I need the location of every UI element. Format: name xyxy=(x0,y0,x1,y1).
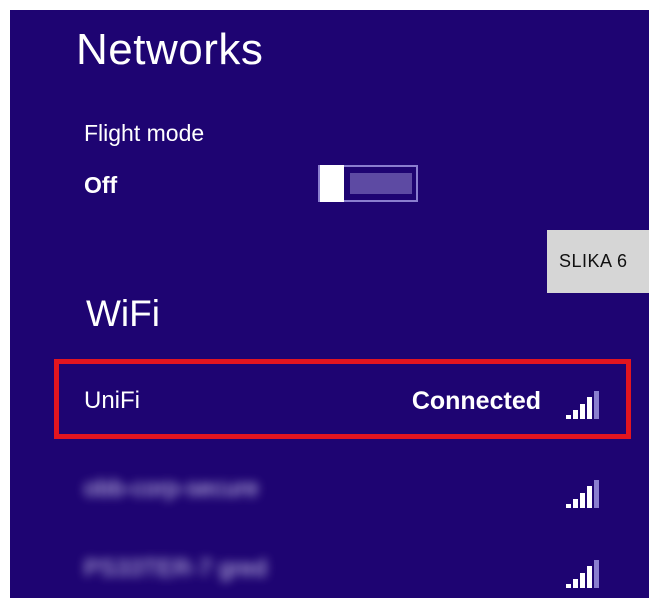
wifi-signal-icon xyxy=(566,558,602,588)
flight-mode-toggle[interactable] xyxy=(318,165,418,202)
network-item[interactable]: obb-corp-secure xyxy=(54,450,631,530)
caption-tag: SLIKA 6 xyxy=(547,230,649,293)
network-name: obb-corp-secure xyxy=(84,475,259,502)
toggle-track xyxy=(350,173,412,194)
wifi-signal-icon xyxy=(566,478,602,508)
networks-panel: Networks Flight mode Off SLIKA 6 WiFi Un… xyxy=(10,10,649,598)
flight-mode-state: Off xyxy=(84,172,118,198)
network-name: UniFi xyxy=(84,387,141,414)
network-name: PS33TER-7 gred xyxy=(84,555,267,582)
network-item-unifi[interactable]: UniFi Connected xyxy=(54,359,631,439)
toggle-knob[interactable] xyxy=(320,165,344,202)
wifi-signal-icon xyxy=(566,389,602,419)
network-status: Connected xyxy=(411,387,541,415)
flight-mode-label: Flight mode xyxy=(84,120,205,146)
network-item[interactable]: PS33TER-7 gred xyxy=(54,530,631,598)
wifi-heading: WiFi xyxy=(86,293,160,334)
panel-title: Networks xyxy=(76,25,264,74)
